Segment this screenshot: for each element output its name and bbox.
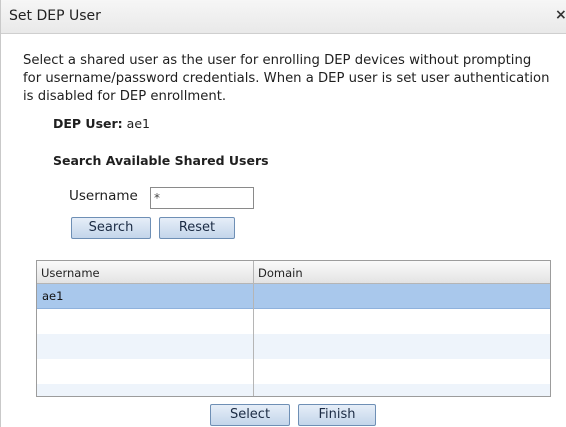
- table-row-empty: [37, 309, 550, 334]
- column-divider: [253, 261, 254, 396]
- dialog-titlebar: Set DEP User ×: [1, 0, 566, 34]
- dep-user-label: DEP User:: [53, 116, 123, 131]
- column-header-username[interactable]: Username: [41, 266, 100, 280]
- table-row-empty: [37, 334, 550, 359]
- select-button[interactable]: Select: [210, 404, 290, 426]
- search-button[interactable]: Search: [71, 217, 151, 239]
- reset-button[interactable]: Reset: [159, 217, 235, 239]
- cell-username: ae1: [42, 289, 64, 303]
- table-row[interactable]: ae1: [37, 284, 550, 309]
- username-label: Username: [69, 188, 138, 204]
- username-input[interactable]: [150, 187, 254, 209]
- dialog-description: Select a shared user as the user for enr…: [23, 53, 550, 104]
- shared-users-table: Username Domain ae1: [36, 260, 551, 397]
- dialog-title: Set DEP User: [9, 8, 101, 24]
- search-heading: Search Available Shared Users: [53, 153, 269, 168]
- table-row-empty: [37, 359, 550, 384]
- set-dep-user-dialog: Set DEP User × Select a shared user as t…: [0, 0, 566, 427]
- dep-user-value: ae1: [126, 116, 150, 131]
- column-header-domain[interactable]: Domain: [258, 266, 303, 280]
- table-row-empty: [37, 384, 550, 396]
- table-header: Username Domain: [37, 261, 550, 284]
- dep-user-display: DEP User: ae1: [53, 116, 150, 131]
- finish-button[interactable]: Finish: [298, 404, 376, 426]
- close-icon[interactable]: ×: [555, 7, 566, 23]
